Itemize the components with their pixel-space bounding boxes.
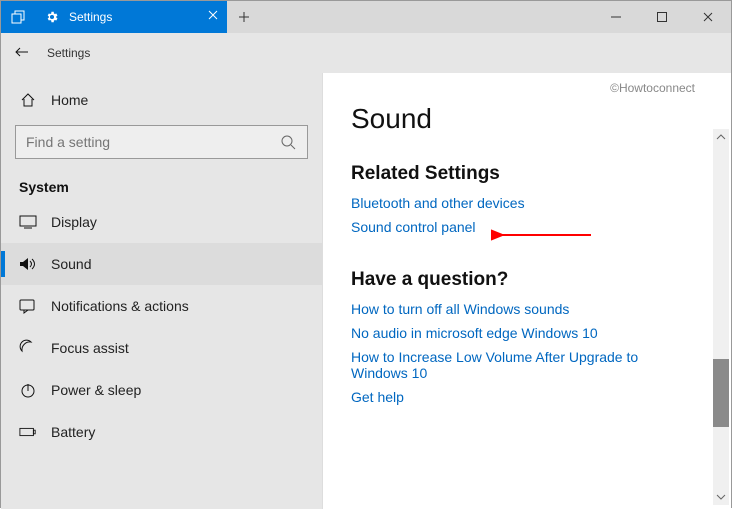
scroll-down-button[interactable] bbox=[713, 489, 729, 505]
nav-item-label: Notifications & actions bbox=[51, 298, 189, 314]
close-window-button[interactable] bbox=[685, 1, 731, 33]
content-area: Home System Display Sound Notifications … bbox=[1, 73, 731, 509]
link-no-audio-edge[interactable]: No audio in microsoft edge Windows 10 bbox=[351, 325, 703, 341]
chevron-down-icon bbox=[716, 494, 726, 500]
sidebar: Home System Display Sound Notifications … bbox=[1, 73, 323, 509]
back-arrow-icon bbox=[13, 43, 31, 61]
tab-close-button[interactable] bbox=[207, 9, 219, 21]
nav-item-label: Battery bbox=[51, 424, 95, 440]
plus-icon bbox=[235, 8, 253, 26]
minimize-icon bbox=[607, 8, 625, 26]
link-increase-volume[interactable]: How to Increase Low Volume After Upgrade… bbox=[351, 349, 671, 381]
home-icon bbox=[19, 91, 37, 109]
minimize-button[interactable] bbox=[593, 1, 639, 33]
search-input[interactable] bbox=[26, 134, 279, 150]
window-controls bbox=[593, 1, 731, 33]
titlebar: Settings bbox=[1, 1, 731, 33]
cascade-icon bbox=[9, 8, 27, 26]
tab-label: Settings bbox=[69, 10, 112, 24]
tab-cascade-button[interactable] bbox=[1, 1, 35, 33]
nav-item-notifications[interactable]: Notifications & actions bbox=[1, 285, 322, 327]
related-settings-heading: Related Settings bbox=[351, 163, 703, 185]
page-title: Settings bbox=[47, 46, 90, 60]
gear-icon bbox=[43, 8, 61, 26]
nav-item-label: Power & sleep bbox=[51, 382, 141, 398]
nav-item-power-sleep[interactable]: Power & sleep bbox=[1, 369, 322, 411]
maximize-icon bbox=[653, 8, 671, 26]
main-panel: ©Howtoconnect Sound Related Settings Blu… bbox=[323, 73, 731, 509]
nav-home[interactable]: Home bbox=[1, 81, 322, 119]
battery-icon bbox=[19, 423, 37, 441]
link-bluetooth[interactable]: Bluetooth and other devices bbox=[351, 195, 703, 211]
new-tab-button[interactable] bbox=[227, 1, 261, 33]
question-heading: Have a question? bbox=[351, 269, 703, 291]
back-button[interactable] bbox=[13, 43, 31, 63]
search-box[interactable] bbox=[15, 125, 308, 159]
main-title: Sound bbox=[351, 103, 703, 135]
power-icon bbox=[19, 381, 37, 399]
vertical-scrollbar[interactable] bbox=[713, 129, 729, 505]
maximize-button[interactable] bbox=[639, 1, 685, 33]
scroll-up-button[interactable] bbox=[713, 129, 729, 145]
watermark: ©Howtoconnect bbox=[610, 81, 695, 95]
nav-item-label: Focus assist bbox=[51, 340, 129, 356]
scroll-thumb[interactable] bbox=[713, 359, 729, 427]
nav-home-label: Home bbox=[51, 92, 88, 108]
sound-icon bbox=[19, 255, 37, 273]
display-icon bbox=[19, 213, 37, 231]
nav-item-sound[interactable]: Sound bbox=[1, 243, 322, 285]
notifications-icon bbox=[19, 297, 37, 315]
search-icon bbox=[279, 133, 297, 151]
link-sound-control-panel[interactable]: Sound control panel bbox=[351, 219, 703, 235]
nav-item-label: Sound bbox=[51, 256, 91, 272]
nav-item-battery[interactable]: Battery bbox=[1, 411, 322, 453]
focus-assist-icon bbox=[19, 339, 37, 357]
link-turn-off-sounds[interactable]: How to turn off all Windows sounds bbox=[351, 301, 703, 317]
tab-settings[interactable]: Settings bbox=[35, 1, 227, 33]
link-get-help[interactable]: Get help bbox=[351, 389, 703, 405]
close-icon bbox=[699, 8, 717, 26]
nav-item-display[interactable]: Display bbox=[1, 201, 322, 243]
category-heading: System bbox=[1, 171, 322, 201]
subheader: Settings bbox=[1, 33, 731, 73]
nav-item-focus-assist[interactable]: Focus assist bbox=[1, 327, 322, 369]
chevron-up-icon bbox=[716, 134, 726, 140]
nav-item-label: Display bbox=[51, 214, 97, 230]
